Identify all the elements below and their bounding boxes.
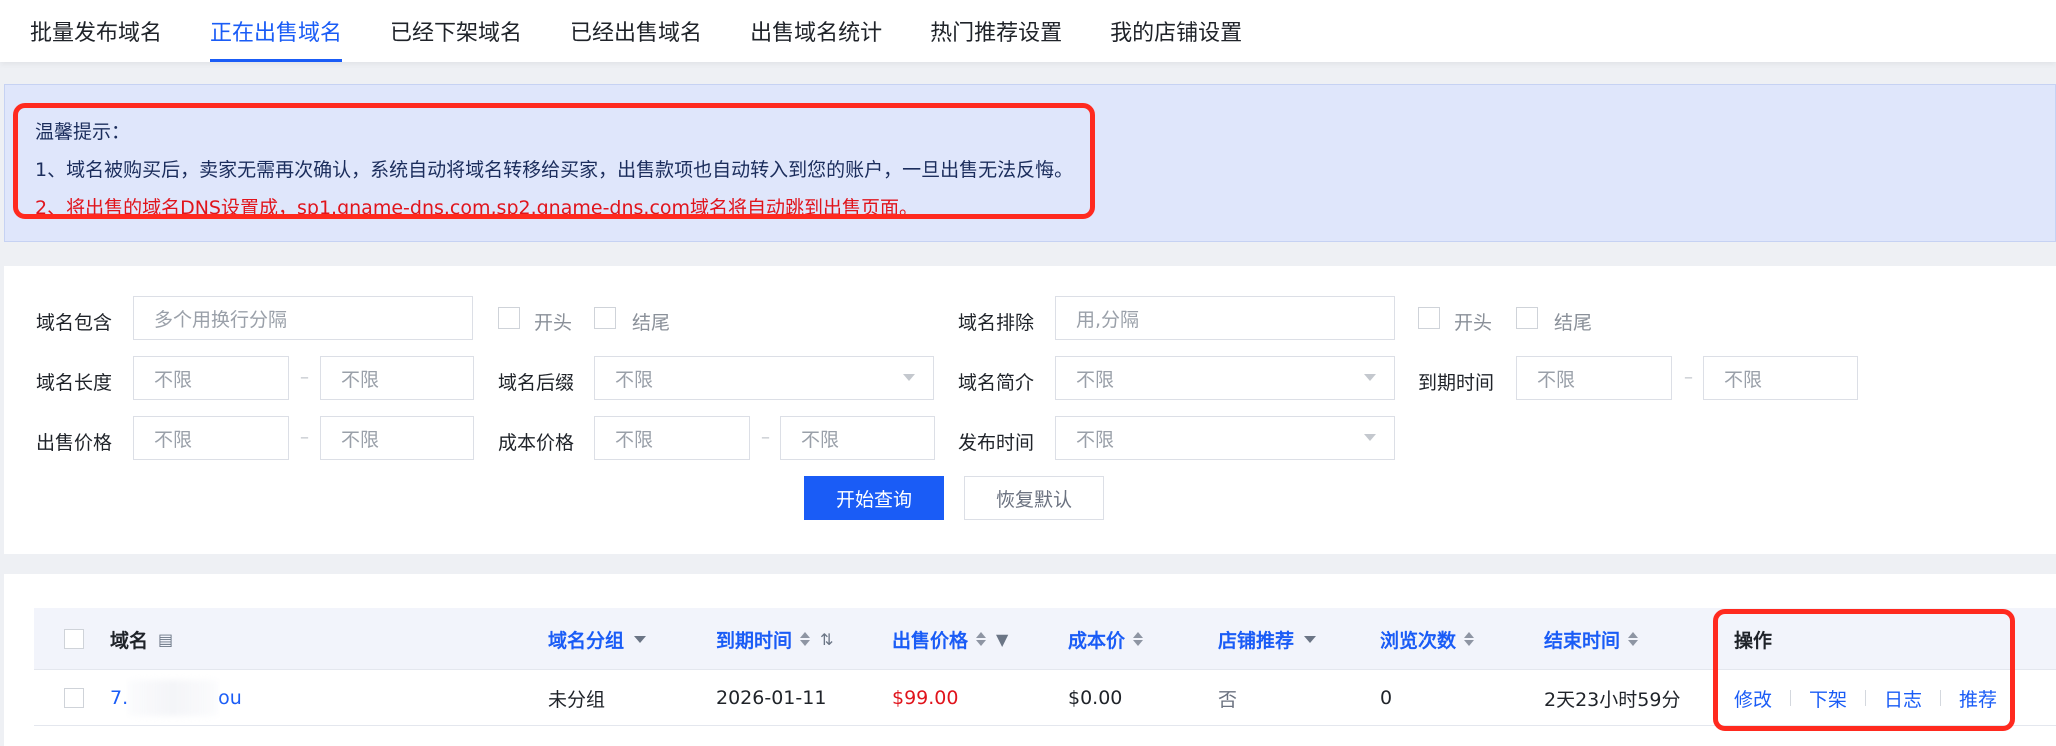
col-end[interactable]: 结束时间 xyxy=(1544,608,1639,670)
expire-dash: – xyxy=(1684,367,1693,388)
sale-price-max-input[interactable]: 不限 xyxy=(320,416,474,460)
col-group[interactable]: 域名分组 xyxy=(548,608,647,670)
row-domain[interactable]: 7. ou xyxy=(110,670,242,726)
publish-time-select-value: 不限 xyxy=(1076,428,1115,451)
length-max-input[interactable]: 不限 xyxy=(320,356,474,400)
sort-icon xyxy=(1464,632,1475,646)
intro-select[interactable]: 不限 xyxy=(1055,356,1395,400)
tab-hot-recommend[interactable]: 热门推荐设置 xyxy=(906,0,1086,62)
expire-label: 到期时间 xyxy=(1418,372,1495,394)
publish-time-select[interactable]: 不限 xyxy=(1055,416,1395,460)
sort-icon xyxy=(1133,632,1144,646)
suffix-label: 域名后缀 xyxy=(498,372,575,394)
row-cost: $0.00 xyxy=(1068,687,1123,709)
tab-batch-publish[interactable]: 批量发布域名 xyxy=(0,0,186,62)
redacted-blur xyxy=(128,680,219,716)
length-label: 域名长度 xyxy=(36,372,113,394)
length-dash: – xyxy=(300,367,309,388)
col-cost-label: 成本价 xyxy=(1068,629,1126,652)
cost-price-label: 成本价格 xyxy=(498,432,575,454)
chevron-down-icon xyxy=(1364,434,1376,441)
suffix-select-value: 不限 xyxy=(615,368,654,391)
exclude-start-label: 开头 xyxy=(1454,312,1493,334)
tab-delisted[interactable]: 已经下架域名 xyxy=(366,0,546,62)
exclude-start-checkbox[interactable] xyxy=(1418,307,1440,329)
sale-price-min-input[interactable]: 不限 xyxy=(133,416,289,460)
col-recommend-label: 店铺推荐 xyxy=(1218,629,1295,652)
intro-select-value: 不限 xyxy=(1076,368,1115,391)
caret-down-icon xyxy=(1304,635,1317,643)
row-recommend: 否 xyxy=(1218,688,1238,711)
row-views: 0 xyxy=(1380,687,1393,709)
ops-highlight-box xyxy=(1713,609,2015,731)
suffix-select[interactable]: 不限 xyxy=(594,356,934,400)
row-checkbox[interactable] xyxy=(64,688,84,708)
row-group: 未分组 xyxy=(548,688,606,711)
col-views-label: 浏览次数 xyxy=(1380,629,1457,652)
contains-start-checkbox[interactable] xyxy=(498,307,520,329)
contains-start-label: 开头 xyxy=(534,312,573,334)
col-domain-label: 域名 xyxy=(110,629,149,652)
col-group-label: 域名分组 xyxy=(548,629,625,652)
row-end: 2天23小时59分 xyxy=(1544,688,1681,711)
row-price: $99.00 xyxy=(892,687,959,709)
publish-time-label: 发布时间 xyxy=(958,432,1035,454)
reset-button[interactable]: 恢复默认 xyxy=(964,476,1104,520)
contains-end-checkbox[interactable] xyxy=(594,307,616,329)
col-recommend[interactable]: 店铺推荐 xyxy=(1218,608,1317,670)
chevron-down-icon xyxy=(1364,374,1376,381)
row-domain-suffix: ou xyxy=(218,687,242,709)
caret-down-icon xyxy=(634,635,647,643)
col-price-label: 出售价格 xyxy=(892,629,969,652)
sort-icon xyxy=(976,632,987,646)
cost-price-max-input[interactable]: 不限 xyxy=(780,416,935,460)
tab-statistics[interactable]: 出售域名统计 xyxy=(726,0,906,62)
intro-label: 域名简介 xyxy=(958,372,1035,394)
contains-label: 域名包含 xyxy=(36,312,113,334)
document-icon: ▤ xyxy=(158,629,174,649)
chevron-down-icon xyxy=(903,374,915,381)
length-min-input[interactable]: 不限 xyxy=(133,356,289,400)
contains-input[interactable]: 多个用换行分隔 xyxy=(133,296,473,340)
col-price[interactable]: 出售价格 ▼ xyxy=(892,608,1008,670)
sort-order-icon: ⇅ xyxy=(820,629,834,649)
tab-bar: 批量发布域名 正在出售域名 已经下架域名 已经出售域名 出售域名统计 热门推荐设… xyxy=(0,0,2056,62)
cost-price-dash: – xyxy=(761,427,770,448)
exclude-label: 域名排除 xyxy=(958,312,1035,334)
col-expire-label: 到期时间 xyxy=(716,629,793,652)
col-views[interactable]: 浏览次数 xyxy=(1380,608,1475,670)
row-domain-prefix: 7. xyxy=(110,687,129,709)
notice-highlight-box xyxy=(13,103,1095,219)
search-button[interactable]: 开始查询 xyxy=(804,476,944,520)
exclude-end-checkbox[interactable] xyxy=(1516,307,1538,329)
expire-min-input[interactable]: 不限 xyxy=(1516,356,1672,400)
sale-price-dash: – xyxy=(300,427,309,448)
filter-panel: 域名包含 多个用换行分隔 开头 结尾 域名排除 用,分隔 开头 结尾 域名长度 … xyxy=(4,266,2056,554)
exclude-end-label: 结尾 xyxy=(1554,312,1593,334)
contains-end-label: 结尾 xyxy=(632,312,671,334)
tab-shop-settings[interactable]: 我的店铺设置 xyxy=(1086,0,1266,62)
tab-selling[interactable]: 正在出售域名 xyxy=(186,0,366,62)
sort-icon xyxy=(1628,632,1639,646)
col-domain[interactable]: 域名 ▤ xyxy=(110,608,173,670)
exclude-input[interactable]: 用,分隔 xyxy=(1055,296,1395,340)
sort-icon xyxy=(800,632,811,646)
filter-icon: ▼ xyxy=(996,629,1009,649)
col-cost[interactable]: 成本价 xyxy=(1068,608,1144,670)
row-expire: 2026-01-11 xyxy=(716,687,827,709)
select-all-checkbox[interactable] xyxy=(64,629,84,649)
sale-price-label: 出售价格 xyxy=(36,432,113,454)
col-expire[interactable]: 到期时间 ⇅ xyxy=(716,608,833,670)
cost-price-min-input[interactable]: 不限 xyxy=(594,416,750,460)
tab-sold[interactable]: 已经出售域名 xyxy=(546,0,726,62)
notice-panel: 温馨提示： 1、域名被购买后，卖家无需再次确认，系统自动将域名转移给买家，出售款… xyxy=(4,84,2056,242)
expire-max-input[interactable]: 不限 xyxy=(1703,356,1858,400)
col-end-label: 结束时间 xyxy=(1544,629,1621,652)
